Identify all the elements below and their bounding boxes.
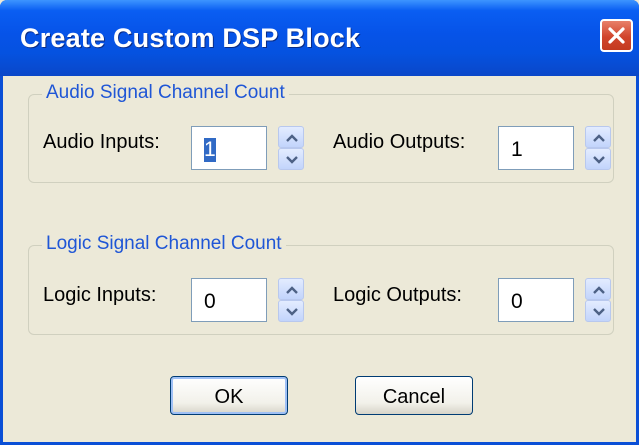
audio-outputs-down-button[interactable] <box>585 148 611 170</box>
logic-outputs-value: 0 <box>511 290 523 313</box>
spin-up-arrow-icon <box>593 134 605 142</box>
spin-down-arrow-icon <box>286 156 298 164</box>
cancel-button-label: Cancel <box>382 386 446 408</box>
audio-inputs-field[interactable]: 1 <box>191 126 267 170</box>
ok-button-label: OK <box>214 386 244 408</box>
logic-outputs-label: Logic Outputs: <box>333 284 462 306</box>
audio-outputs-label: Audio Outputs: <box>333 131 466 153</box>
dialog-window: Create Custom DSP Block Audio Signal Cha… <box>0 0 639 445</box>
spin-down-arrow-icon <box>286 308 298 316</box>
logic-inputs-field[interactable]: 0 <box>191 278 267 322</box>
audio-outputs-spinner[interactable] <box>585 126 611 170</box>
audio-inputs-value: 1 <box>204 138 216 162</box>
logic-outputs-spinner[interactable] <box>585 278 611 322</box>
logic-inputs-spinner[interactable] <box>278 278 304 322</box>
audio-outputs-up-button[interactable] <box>585 126 611 148</box>
audio-inputs-label: Audio Inputs: <box>43 131 160 153</box>
logic-inputs-up-button[interactable] <box>278 278 304 300</box>
logic-outputs-field[interactable]: 0 <box>498 278 574 322</box>
logic-group-label: Logic Signal Channel Count <box>42 233 286 255</box>
audio-inputs-down-button[interactable] <box>278 148 304 170</box>
audio-inputs-up-button[interactable] <box>278 126 304 148</box>
dialog-title: Create Custom DSP Block <box>20 23 361 53</box>
audio-outputs-field[interactable]: 1 <box>498 126 574 170</box>
logic-inputs-down-button[interactable] <box>278 300 304 322</box>
logic-inputs-label: Logic Inputs: <box>43 284 157 306</box>
spin-up-arrow-icon <box>286 286 298 294</box>
spin-up-arrow-icon <box>593 286 605 294</box>
audio-group-label: Audio Signal Channel Count <box>42 82 289 104</box>
ok-button[interactable]: OK <box>170 376 288 415</box>
logic-inputs-value: 0 <box>204 290 216 313</box>
close-icon <box>608 27 625 44</box>
spin-down-arrow-icon <box>593 156 605 164</box>
audio-outputs-value: 1 <box>511 138 523 161</box>
logic-outputs-up-button[interactable] <box>585 278 611 300</box>
spin-up-arrow-icon <box>286 134 298 142</box>
close-button[interactable] <box>600 19 633 52</box>
title-bar[interactable]: Create Custom DSP Block <box>0 0 639 76</box>
cancel-button[interactable]: Cancel <box>355 376 473 415</box>
logic-outputs-down-button[interactable] <box>585 300 611 322</box>
audio-inputs-spinner[interactable] <box>278 126 304 170</box>
spin-down-arrow-icon <box>593 308 605 316</box>
